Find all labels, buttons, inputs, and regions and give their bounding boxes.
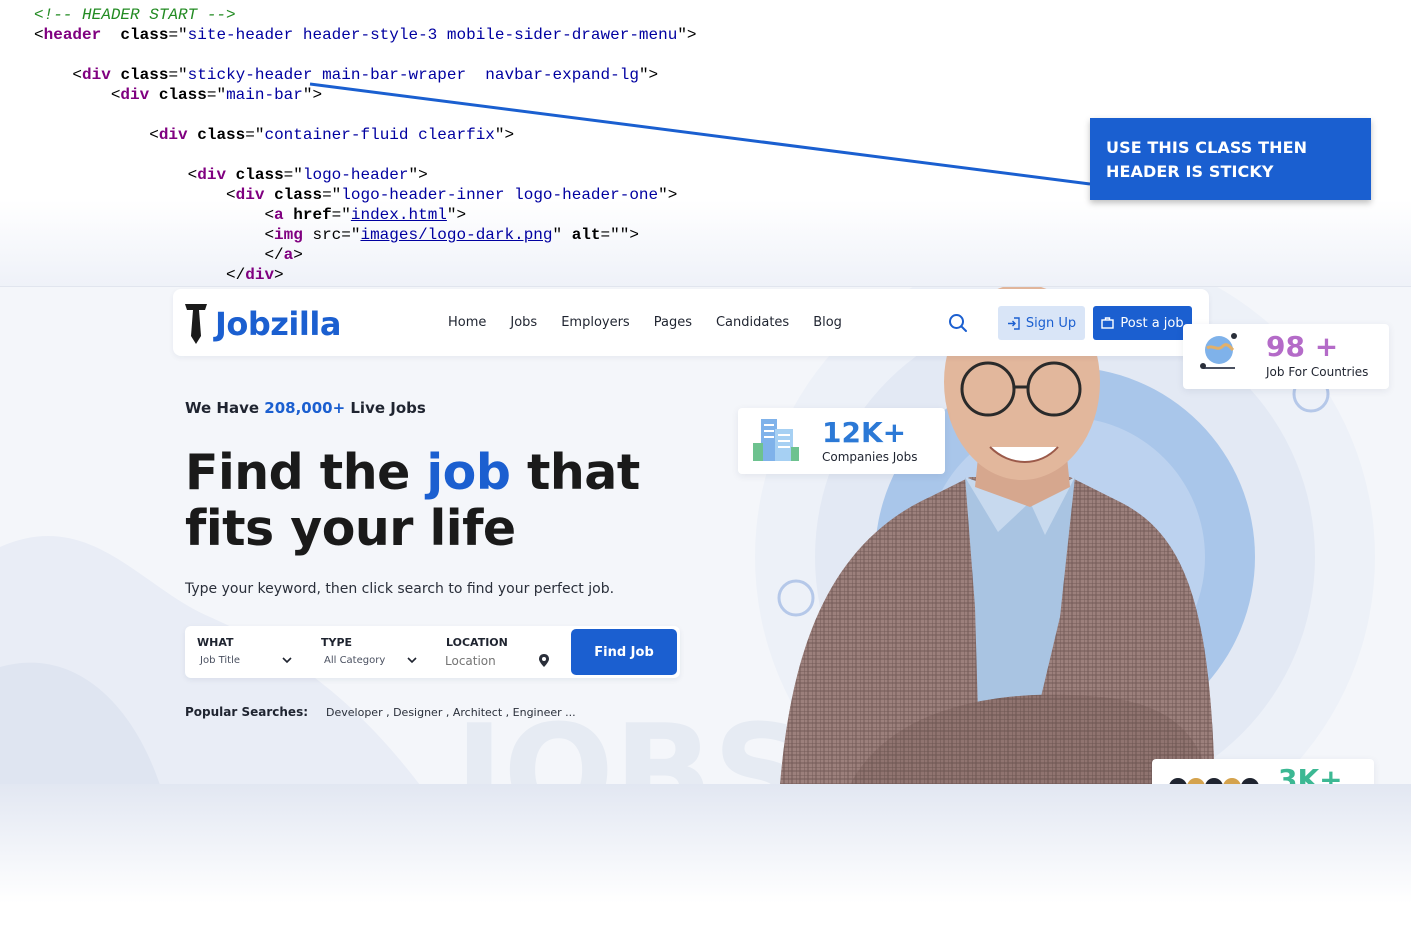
what-label: WHAT bbox=[197, 636, 234, 649]
sign-up-label: Sign Up bbox=[1025, 315, 1077, 331]
location-input[interactable] bbox=[445, 652, 535, 670]
live-jobs-suffix: Live Jobs bbox=[345, 399, 426, 417]
stat-candidates-value: 3K+ bbox=[1278, 763, 1343, 784]
search-icon[interactable] bbox=[948, 313, 968, 333]
headline-part-1: Find the bbox=[185, 444, 427, 501]
nav-item-candidates[interactable]: Candidates bbox=[716, 315, 789, 330]
buildings-icon bbox=[753, 419, 799, 461]
callout-text: USE THIS CLASS THEN HEADER IS STICKY bbox=[1106, 138, 1308, 181]
location-label: LOCATION bbox=[446, 636, 508, 649]
screenshot: <!-- HEADER START --> <header class="site… bbox=[0, 0, 1411, 933]
headline-line-2: fits your life bbox=[185, 500, 516, 557]
find-job-button[interactable]: Find Job bbox=[571, 629, 677, 675]
stat-countries-value: 98 + bbox=[1266, 330, 1339, 363]
nav-item-home[interactable]: Home bbox=[448, 315, 486, 330]
stat-countries-label: Job For Countries bbox=[1266, 365, 1369, 379]
headline-highlight: job bbox=[426, 444, 511, 501]
globe-icon bbox=[1200, 333, 1237, 369]
stat-companies-value: 12K+ bbox=[822, 416, 907, 449]
nav-item-jobs[interactable]: Jobs bbox=[510, 315, 537, 330]
website-preview: JOBS Jobzilla Home Jobs Employers Pages … bbox=[0, 286, 1411, 784]
hero-tagline: Type your keyword, then click search to … bbox=[185, 581, 615, 597]
sticky-header-callout: USE THIS CLASS THEN HEADER IS STICKY bbox=[1090, 118, 1371, 200]
tie-icon bbox=[185, 304, 207, 344]
location-pin-icon bbox=[539, 654, 549, 667]
hero-headline: Find the job that fits your life bbox=[185, 445, 640, 557]
post-job-button[interactable]: Post a job bbox=[1093, 306, 1192, 340]
chevron-down-icon[interactable] bbox=[281, 654, 293, 666]
brand-name: Jobzilla bbox=[215, 305, 341, 343]
live-jobs-line: We Have 208,000+ Live Jobs bbox=[185, 399, 426, 417]
stat-companies-label: Companies Jobs bbox=[822, 450, 918, 464]
popular-searches: Popular Searches: Developer , Designer ,… bbox=[185, 705, 576, 719]
page-fade bbox=[0, 784, 1411, 933]
chevron-down-icon[interactable] bbox=[406, 654, 418, 666]
stat-card-candidates: 3K+ bbox=[1152, 759, 1374, 784]
popular-searches-label: Popular Searches: bbox=[185, 705, 309, 719]
live-jobs-prefix: We Have bbox=[185, 399, 265, 417]
sign-up-button[interactable]: Sign Up bbox=[998, 306, 1085, 340]
avatars-icon bbox=[1169, 778, 1259, 784]
post-job-label: Post a job bbox=[1120, 315, 1184, 331]
briefcase-icon bbox=[1101, 317, 1115, 329]
popular-searches-list[interactable]: Developer , Designer , Architect , Engin… bbox=[326, 706, 576, 719]
job-search-form: WHAT Job Title TYPE All Category LOCATIO… bbox=[185, 626, 680, 678]
main-nav: Home Jobs Employers Pages Candidates Blog bbox=[448, 315, 842, 330]
stat-card-countries: 98 + Job For Countries bbox=[1183, 324, 1389, 389]
nav-item-blog[interactable]: Blog bbox=[813, 315, 842, 330]
brand-logo[interactable]: Jobzilla bbox=[183, 301, 341, 347]
live-jobs-count: 208,000+ bbox=[264, 399, 346, 417]
what-select[interactable]: Job Title bbox=[200, 655, 240, 666]
type-select[interactable]: All Category bbox=[324, 655, 385, 666]
login-icon bbox=[1007, 316, 1020, 330]
type-label: TYPE bbox=[321, 636, 353, 649]
headline-part-2: that bbox=[510, 444, 640, 501]
nav-item-pages[interactable]: Pages bbox=[654, 315, 692, 330]
nav-item-employers[interactable]: Employers bbox=[561, 315, 630, 330]
stat-card-companies: 12K+ Companies Jobs bbox=[738, 408, 945, 474]
